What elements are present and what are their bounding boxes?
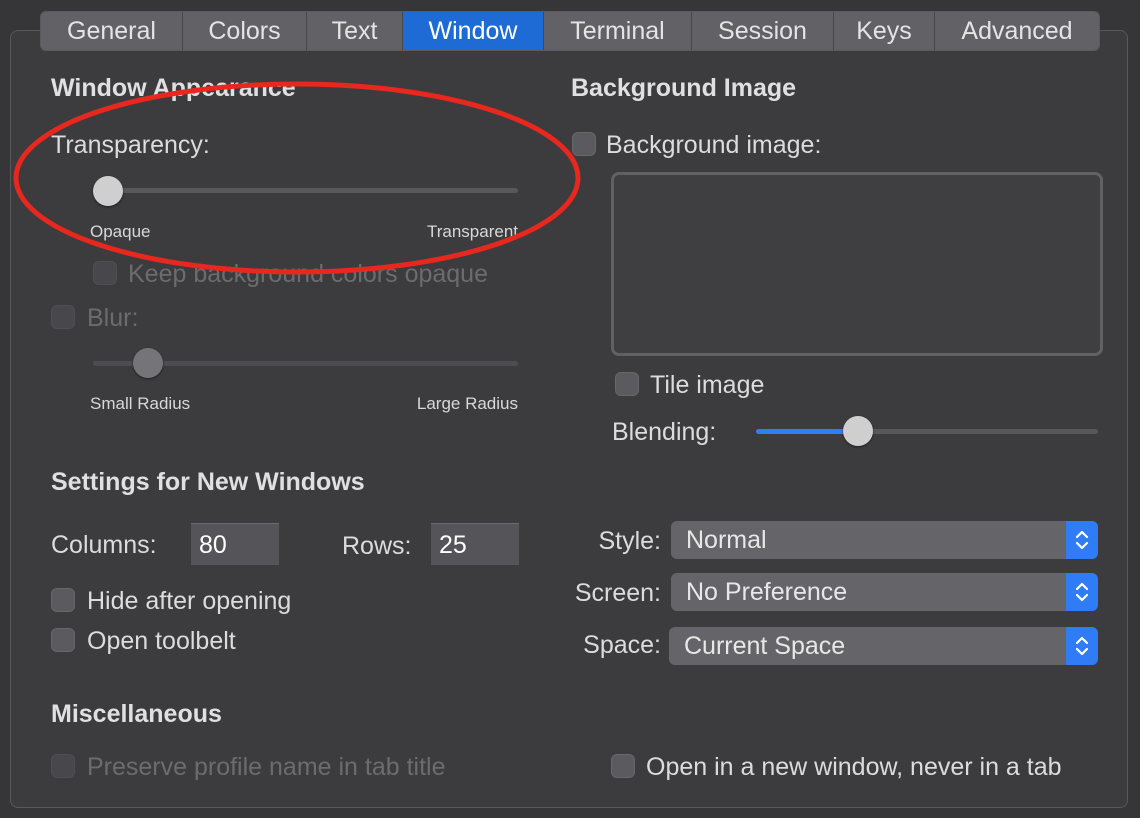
space-popup[interactable]: Current Space <box>669 627 1098 665</box>
window-appearance-heading: Window Appearance <box>51 74 296 102</box>
hide-after-opening-checkbox[interactable] <box>51 588 75 612</box>
style-label: Style: <box>598 527 661 555</box>
blur-max-label: Large Radius <box>416 394 518 413</box>
blur-min-label: Small Radius <box>90 394 191 413</box>
tile-image-label: Tile image <box>650 371 765 399</box>
background-image-label: Background image: <box>606 131 822 159</box>
style-popup[interactable]: Normal <box>671 521 1098 559</box>
rows-label: Rows: <box>342 532 412 560</box>
open-toolbelt-checkbox[interactable] <box>51 628 75 652</box>
transparency-slider-knob[interactable] <box>93 176 123 206</box>
blur-label: Blur: <box>87 304 139 332</box>
open-toolbelt-label: Open toolbelt <box>87 627 236 655</box>
hide-after-opening-label: Hide after opening <box>87 587 292 615</box>
tab-advanced[interactable]: Advanced <box>935 12 1099 50</box>
rows-input[interactable]: 25 <box>431 523 519 565</box>
preserve-profile-label: Preserve profile name in tab title <box>87 753 446 781</box>
chevron-up-down-icon <box>1066 573 1098 611</box>
tab-session[interactable]: Session <box>692 12 834 50</box>
keep-bg-opaque-checkbox[interactable] <box>93 261 117 285</box>
tab-bar: General Colors Text Window Terminal Sess… <box>40 11 1100 51</box>
columns-input[interactable]: 80 <box>191 523 279 565</box>
preserve-profile-checkbox[interactable] <box>51 754 75 778</box>
blending-label: Blending: <box>612 418 717 446</box>
tab-colors[interactable]: Colors <box>183 12 307 50</box>
miscellaneous-heading: Miscellaneous <box>51 700 222 728</box>
tab-general[interactable]: General <box>41 12 183 50</box>
transparency-label: Transparency: <box>51 131 210 159</box>
open-new-window-label: Open in a new window, never in a tab <box>646 753 1062 781</box>
background-image-checkbox[interactable] <box>572 132 596 156</box>
transparency-min-label: Opaque <box>90 222 151 241</box>
columns-label: Columns: <box>51 531 157 559</box>
screen-label: Screen: <box>574 579 661 607</box>
blur-slider-knob[interactable] <box>132 348 163 378</box>
chevron-up-down-icon <box>1066 627 1098 665</box>
background-image-heading: Background Image <box>571 74 797 102</box>
blur-checkbox[interactable] <box>51 305 75 329</box>
new-windows-heading: Settings for New Windows <box>51 468 365 496</box>
tab-terminal[interactable]: Terminal <box>544 12 692 50</box>
screen-popup-value: No Preference <box>686 578 848 606</box>
tab-window[interactable]: Window <box>403 12 544 50</box>
keep-bg-opaque-label: Keep background colors opaque <box>128 260 488 288</box>
transparency-slider-track[interactable] <box>93 188 518 193</box>
space-popup-value: Current Space <box>684 632 846 660</box>
chevron-up-down-icon <box>1066 521 1098 559</box>
background-image-well[interactable] <box>611 172 1103 356</box>
tile-image-checkbox[interactable] <box>615 372 639 396</box>
tab-keys[interactable]: Keys <box>834 12 935 50</box>
tab-text[interactable]: Text <box>307 12 403 50</box>
screen-popup[interactable]: No Preference <box>671 573 1098 611</box>
transparency-max-label: Transparent <box>426 222 518 241</box>
style-popup-value: Normal <box>686 526 767 554</box>
space-label: Space: <box>583 631 661 659</box>
open-new-window-checkbox[interactable] <box>611 754 635 778</box>
